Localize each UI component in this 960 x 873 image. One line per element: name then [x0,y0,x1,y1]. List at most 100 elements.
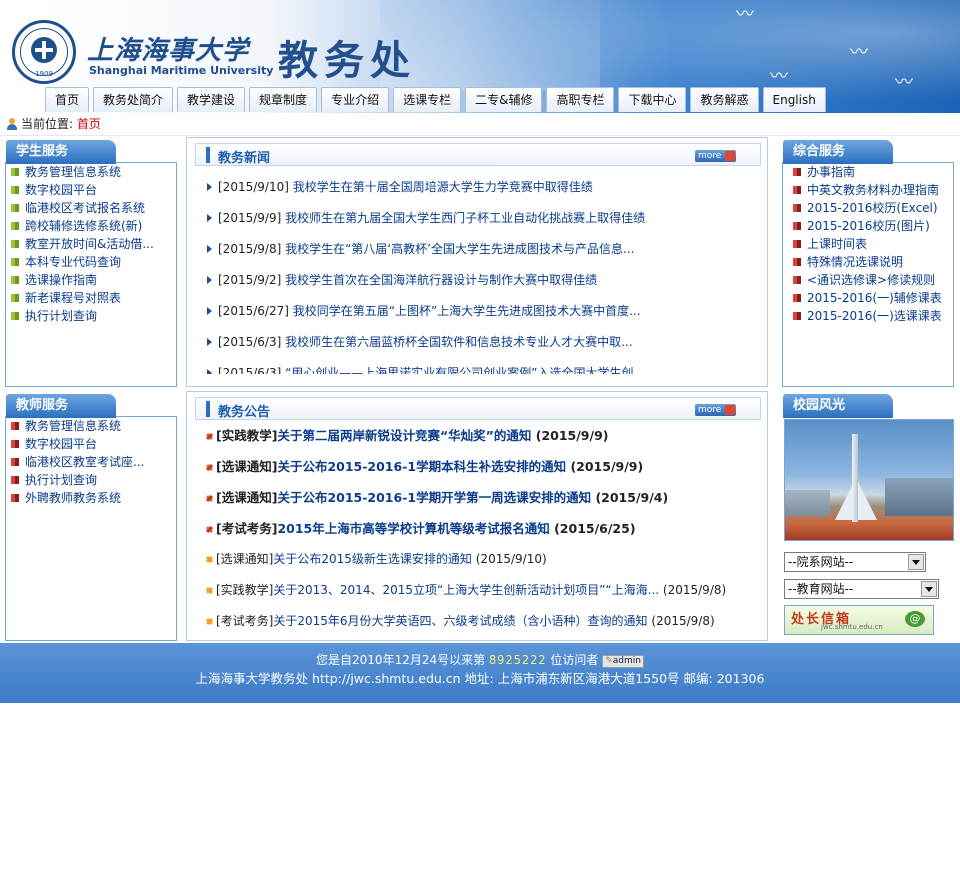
link-text[interactable]: 执行计划查询 [25,473,97,487]
notice-item[interactable]: [考试考务]2015年上海市高等学校计算机等级考试报名通知 (2015/6/25… [205,513,726,544]
visitor-text-before: 您是自2010年12月24号以来第 [316,653,486,667]
link-text[interactable]: 2015-2016校历(图片) [807,219,930,233]
link-text[interactable]: 教室开放时间&活动借... [25,237,154,251]
list-item[interactable]: 执行计划查询 [11,471,144,489]
link-text[interactable]: 教务管理信息系统 [25,165,121,179]
notice-item[interactable]: [选课通知]关于公布2015-2016-1学期本科生补选安排的通知 (2015/… [205,451,726,482]
list-item[interactable]: 特殊情况选课说明 [793,253,942,271]
list-item[interactable]: 数字校园平台 [11,435,144,453]
dropdown-arrow-icon[interactable] [908,554,924,570]
campus-photo[interactable] [784,419,954,541]
link-text[interactable]: 特殊情况选课说明 [807,255,903,269]
news-item[interactable]: [2015/9/8] 我校学生在“第八届‘高教杯’全国大学生先进成图技术与产品信… [207,234,757,265]
link-text[interactable]: 2015-2016(一)选课课表 [807,309,942,323]
link-text[interactable]: 临港校区教室考试座... [25,455,144,469]
link-text[interactable]: <通识选修课>修读规则 [807,273,935,287]
link-text[interactable]: 中英文教务材料办理指南 [807,183,939,197]
nav-downloads[interactable]: 下载中心 [618,87,687,112]
list-item[interactable]: 临港校区教室考试座... [11,453,144,471]
news-link[interactable]: 我校学生在“第八届‘高教杯’全国大学生先进成图技术与产品信息... [285,242,634,256]
link-text[interactable]: 数字校园平台 [25,183,97,197]
education-sites-select[interactable]: --教育网站-- [784,579,939,599]
link-text[interactable]: 上课时间表 [807,237,867,251]
notice-item[interactable]: [考试考务]关于2015年6月份大学英语四、六级考试成绩（含小语种）查询的通知 … [205,606,726,637]
notice-link[interactable]: 关于第二届两岸新锐设计竞赛“华灿奖”的通知 [277,428,531,443]
list-item[interactable]: 2015-2016(一)辅修课表 [793,289,942,307]
nav-home[interactable]: 首页 [45,87,90,112]
news-item[interactable]: [2015/9/2] 我校学生首次在全国海洋航行器设计与制作大赛中取得佳绩 [207,265,757,296]
notice-link[interactable]: 关于2015年6月份大学英语四、六级考试成绩（含小语种）查询的通知 [273,614,647,628]
college-sites-select[interactable]: --院系网站-- [784,552,926,572]
nav-regulations[interactable]: 规章制度 [249,87,318,112]
link-text[interactable]: 本科专业代码查询 [25,255,121,269]
link-text[interactable]: 2015-2016校历(Excel) [807,201,938,215]
list-item[interactable]: <通识选修课>修读规则 [793,271,942,289]
notice-link[interactable]: 关于公布2015-2016-1学期本科生补选安排的通知 [277,459,566,474]
nav-course-selection[interactable]: 选课专栏 [393,87,462,112]
notice-category: [选课通知] [216,459,278,474]
notice-date: (2015/9/4) [595,490,669,505]
news-item[interactable]: [2015/6/3] “用心创业——上海思诺实业有限公司创业案例”入选全国大学生… [207,358,757,374]
news-item[interactable]: [2015/6/3] 我校师生在第六届蓝桥杯全国软件和信息技术专业人才大赛中取.… [207,327,757,358]
nav-teaching-construction[interactable]: 教学建设 [177,87,246,112]
news-link[interactable]: 我校学生首次在全国海洋航行器设计与制作大赛中取得佳绩 [285,273,597,287]
list-item[interactable]: 办事指南 [793,163,942,181]
notice-item[interactable]: [实践教学]关于2013、2014、2015立项“上海大学生创新活动计划项目”“… [205,575,726,606]
list-item[interactable]: 执行计划查询 [11,307,154,325]
breadcrumb-home-link[interactable]: 首页 [77,117,101,131]
link-text[interactable]: 数字校园平台 [25,437,97,451]
list-item[interactable]: 2015-2016校历(图片) [793,217,942,235]
nav-about[interactable]: 教务处简介 [93,87,174,112]
link-text[interactable]: 教务管理信息系统 [25,419,121,433]
list-item[interactable]: 外聘教师教务系统 [11,489,144,507]
list-item[interactable]: 跨校辅修选修系统(新) [11,217,154,235]
news-more-button[interactable]: more [695,150,736,162]
list-item[interactable]: 教室开放时间&活动借... [11,235,154,253]
news-link[interactable]: 我校师生在第六届蓝桥杯全国软件和信息技术专业人才大赛中取... [285,335,632,349]
notice-item[interactable]: [选课通知]关于公布2015级新生选课安排的通知 (2015/9/10) [205,544,726,575]
list-item[interactable]: 2015-2016(一)选课课表 [793,307,942,325]
link-text[interactable]: 外聘教师教务系统 [25,491,121,505]
list-item[interactable]: 中英文教务材料办理指南 [793,181,942,199]
list-item[interactable]: 数字校园平台 [11,181,154,199]
link-text[interactable]: 2015-2016(一)辅修课表 [807,291,942,305]
list-item[interactable]: 选课操作指南 [11,271,154,289]
list-item[interactable]: 教务管理信息系统 [11,163,154,181]
notices-more-button[interactable]: more [695,404,736,416]
notice-link[interactable]: 关于公布2015-2016-1学期开学第一周选课安排的通知 [277,490,591,505]
visitor-counter-line: 您是自2010年12月24号以来第 8925222 位访问者 admin [0,652,960,668]
university-logo[interactable]: 1909 [12,20,76,84]
list-item[interactable]: 教务管理信息系统 [11,417,144,435]
news-item[interactable]: [2015/9/9] 我校师生在第九届全国大学生西门子杯工业自动化挑战赛上取得佳… [207,203,757,234]
list-item[interactable]: 本科专业代码查询 [11,253,154,271]
link-text[interactable]: 跨校辅修选修系统(新) [25,219,142,233]
nav-vocational[interactable]: 高职专栏 [546,87,615,112]
news-link[interactable]: 我校同学在第五届“上图杯”上海大学生先进成图技术大赛中首度... [293,304,641,318]
nav-english[interactable]: English [762,87,826,112]
director-mailbox-banner[interactable]: 处长信箱 jwc.shmtu.edu.cn @ [784,605,934,635]
notice-link[interactable]: 关于2013、2014、2015立项“上海大学生创新活动计划项目”“上海海... [273,583,659,597]
news-item[interactable]: [2015/6/27] 我校同学在第五届“上图杯”上海大学生先进成图技术大赛中首… [207,296,757,327]
link-text[interactable]: 执行计划查询 [25,309,97,323]
notice-item[interactable]: [选课通知]关于公布2015-2016-1学期开学第一周选课安排的通知 (201… [205,482,726,513]
notice-item[interactable]: [实践教学]关于第二届两岸新锐设计竞赛“华灿奖”的通知 (2015/9/9) [205,420,726,451]
notice-link[interactable]: 关于公布2015级新生选课安排的通知 [273,552,472,566]
list-item[interactable]: 临港校区考试报名系统 [11,199,154,217]
link-text[interactable]: 新老课程号对照表 [25,291,121,305]
link-text[interactable]: 临港校区考试报名系统 [25,201,145,215]
dropdown-arrow-icon[interactable] [921,581,937,597]
news-link[interactable]: 我校学生在第十届全国周培源大学生力学竞赛中取得佳绩 [293,180,593,194]
news-item[interactable]: [2015/9/10] 我校学生在第十届全国周培源大学生力学竞赛中取得佳绩 [207,172,757,203]
link-text[interactable]: 选课操作指南 [25,273,97,287]
list-item[interactable]: 上课时间表 [793,235,942,253]
admin-login-link[interactable]: admin [602,655,644,668]
nav-faq[interactable]: 教务解惑 [690,87,759,112]
nav-minor[interactable]: 二专&辅修 [465,87,543,112]
news-link[interactable]: 我校师生在第九届全国大学生西门子杯工业自动化挑战赛上取得佳绩 [285,211,645,225]
nav-majors[interactable]: 专业介绍 [321,87,390,112]
list-item[interactable]: 2015-2016校历(Excel) [793,199,942,217]
notice-link[interactable]: 2015年上海市高等学校计算机等级考试报名通知 [277,521,549,536]
news-link[interactable]: “用心创业——上海思诺实业有限公司创业案例”入选全国大学生创... [285,366,645,374]
link-text[interactable]: 办事指南 [807,165,855,179]
list-item[interactable]: 新老课程号对照表 [11,289,154,307]
